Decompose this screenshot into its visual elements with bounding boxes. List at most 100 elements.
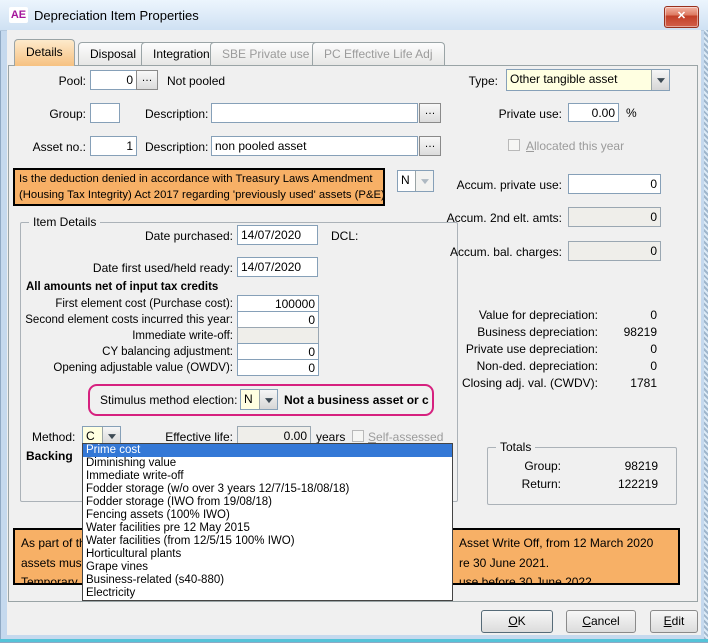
type-combobox[interactable]: Other tangible asset xyxy=(506,69,670,91)
window-title: Depreciation Item Properties xyxy=(34,8,199,23)
net-of-tax-credits-note: All amounts net of input tax credits xyxy=(26,281,218,293)
asset-description-browse-button[interactable]: … xyxy=(419,136,441,156)
notice-line: (Housing Tax Integrity) Act 2017 regardi… xyxy=(19,189,385,201)
method-label: Method: xyxy=(32,430,75,444)
notice-line: Temporary xyxy=(21,575,78,585)
close-icon: ✕ xyxy=(677,10,686,22)
ok-button[interactable]: OK xyxy=(481,610,553,633)
immediate-write-off-label: Immediate write-off: xyxy=(10,330,233,342)
deduction-denied-value: N xyxy=(401,173,414,187)
stimulus-method-note: Not a business asset or c xyxy=(284,393,429,407)
notice-line: use before 30 June 2022. xyxy=(459,575,595,585)
chevron-down-icon xyxy=(265,398,273,403)
dropdown-option[interactable]: Fodder storage (w/o over 3 years 12/7/15… xyxy=(83,483,452,496)
cancel-button[interactable]: Cancel xyxy=(566,610,636,633)
dropdown-option[interactable]: Business-related (s40-880) xyxy=(83,574,452,587)
opening-adjustable-value-input[interactable]: 0 xyxy=(237,359,319,376)
chevron-down-icon xyxy=(108,434,116,439)
dropdown-option[interactable]: Fencing assets (100% IWO) xyxy=(83,509,452,522)
ellipsis-icon: … xyxy=(425,105,436,117)
dropdown-option[interactable]: Horticultural plants xyxy=(83,548,452,561)
edit-button[interactable]: Edit xyxy=(650,610,698,633)
group-input[interactable] xyxy=(90,103,120,123)
group-description-label: Description: xyxy=(145,107,207,121)
notice-line: As part of th xyxy=(21,536,86,550)
totals-legend: Totals xyxy=(496,440,535,454)
value-for-depreciation-value: 0 xyxy=(602,308,657,322)
allocated-this-year-label: Allocated this year xyxy=(526,139,624,153)
cy-balancing-adjustment-input[interactable]: 0 xyxy=(237,343,319,360)
accum-private-use-input[interactable]: 0 xyxy=(568,174,661,194)
dropdown-option[interactable]: Water facilities pre 12 May 2015 xyxy=(83,522,452,535)
stimulus-method-combobox[interactable]: N xyxy=(240,389,278,410)
accum-bal-charges-input: 0 xyxy=(568,241,661,261)
window-bottom-edge xyxy=(0,639,708,642)
dropdown-option[interactable]: Diminishing value xyxy=(83,457,452,470)
stimulus-method-label: Stimulus method election: xyxy=(100,393,237,407)
non-ded-depreciation-label: Non-ded. depreciation: xyxy=(440,359,598,373)
date-first-used-label: Date first used/held ready: xyxy=(33,261,233,275)
pool-browse-button[interactable]: … xyxy=(136,70,158,90)
accum-2nd-elt-label: Accum. 2nd elt. amts: xyxy=(420,211,562,225)
first-element-cost-label: First element cost (Purchase cost): xyxy=(10,298,233,310)
method-value: C xyxy=(86,429,101,443)
asset-no-input[interactable]: 1 xyxy=(90,136,137,156)
tab-disposal[interactable]: Disposal xyxy=(78,42,148,65)
group-description-input[interactable] xyxy=(211,103,418,123)
date-purchased-input[interactable]: 14/07/2020 xyxy=(237,225,318,245)
immediate-write-off-input xyxy=(237,327,319,344)
pool-status-text: Not pooled xyxy=(167,74,225,88)
first-element-cost-input[interactable]: 100000 xyxy=(237,295,319,312)
group-description-browse-button[interactable]: … xyxy=(419,103,441,123)
allocated-this-year-checkbox xyxy=(508,139,520,151)
dcl-label: DCL: xyxy=(331,229,358,243)
non-ded-depreciation-value: 0 xyxy=(602,359,657,373)
type-value: Other tangible asset xyxy=(510,72,650,86)
private-use-input[interactable]: 0.00 xyxy=(568,103,619,122)
asset-no-label: Asset no.: xyxy=(20,140,86,154)
item-details-legend: Item Details xyxy=(29,215,100,229)
notice-line: assets must xyxy=(21,556,85,570)
dropdown-option[interactable]: Electricity xyxy=(83,587,452,600)
private-use-percent-label: % xyxy=(626,106,637,120)
closing-adj-val-value: 1781 xyxy=(602,376,657,390)
dropdown-option[interactable]: Water facilities (from 12/5/15 100% IWO) xyxy=(83,535,452,548)
method-dropdown-list: Prime cost Diminishing value Immediate w… xyxy=(82,443,453,601)
date-first-used-input[interactable]: 14/07/2020 xyxy=(237,257,318,277)
private-use-depreciation-label: Private use depreciation: xyxy=(440,342,598,356)
dropdown-button[interactable] xyxy=(651,70,669,90)
dropdown-option[interactable]: Prime cost xyxy=(83,444,452,457)
second-element-costs-label: Second element costs incurred this year: xyxy=(10,314,233,326)
business-depreciation-value: 98219 xyxy=(602,325,657,339)
backing-text-fragment: Backing xyxy=(26,449,73,463)
pool-input[interactable]: 0 xyxy=(90,70,137,90)
chevron-down-icon xyxy=(657,78,665,83)
notice-line: re 30 June 2021. xyxy=(459,556,549,570)
accum-2nd-elt-input: 0 xyxy=(568,207,661,227)
dropdown-option[interactable]: Grape vines xyxy=(83,561,452,574)
self-assessed-label: Self-assessed xyxy=(368,430,443,444)
asset-description-label: Description: xyxy=(145,140,207,154)
group-label: Group: xyxy=(20,107,86,121)
asset-description-input[interactable]: non pooled asset xyxy=(211,136,418,156)
tab-sbe-private-use: SBE Private use xyxy=(210,42,321,65)
app-logo-icon: AE xyxy=(9,7,28,23)
totals-return-label: Return: xyxy=(501,477,561,491)
totals-return-value: 122219 xyxy=(588,477,658,491)
close-button[interactable]: ✕ xyxy=(664,6,699,28)
effective-life-years-label: years xyxy=(316,430,345,444)
opening-adjustable-value-label: Opening adjustable value (OWDV): xyxy=(10,362,233,374)
private-use-depreciation-value: 0 xyxy=(602,342,657,356)
totals-groupbox: Totals Group: 98219 Return: 122219 xyxy=(487,447,677,505)
tab-details[interactable]: Details xyxy=(14,39,75,66)
second-element-costs-input[interactable]: 0 xyxy=(237,311,319,328)
pool-label: Pool: xyxy=(20,74,86,88)
effective-life-label: Effective life: xyxy=(133,430,233,444)
dropdown-option[interactable]: Fodder storage (IWO from 19/08/18) xyxy=(83,496,452,509)
tab-pc-effective-life-adj: PC Effective Life Adj xyxy=(312,42,445,65)
dropdown-button[interactable] xyxy=(259,390,277,409)
dropdown-option[interactable]: Immediate write-off xyxy=(83,470,452,483)
deduction-denied-notice: Is the deduction denied in accordance wi… xyxy=(13,168,385,206)
accum-bal-charges-label: Accum. bal. charges: xyxy=(420,245,562,259)
stimulus-method-value: N xyxy=(244,392,258,406)
